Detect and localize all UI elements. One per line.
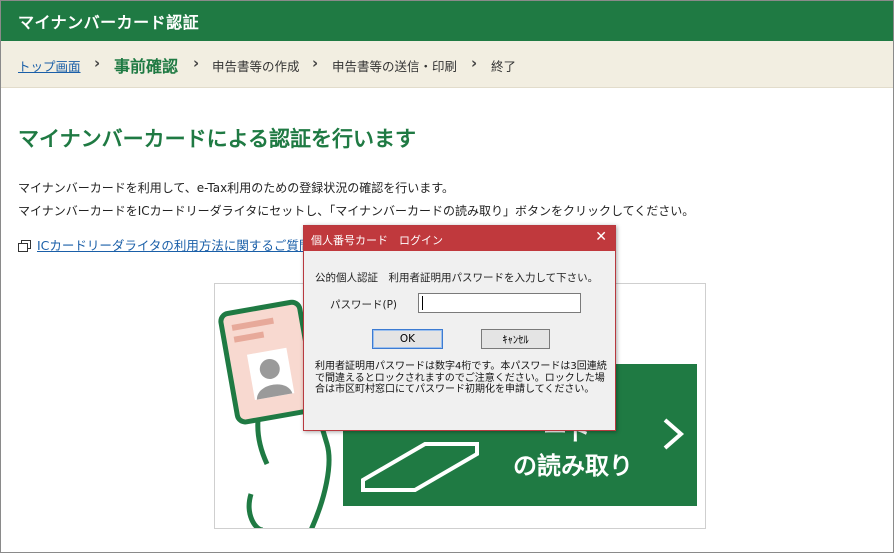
breadcrumb-chevron-icon: › [312, 54, 319, 72]
external-window-icon [18, 240, 31, 252]
help-link-text[interactable]: ICカードリーダライタの利用方法に関するご質問 [37, 238, 311, 253]
app-header: マイナンバーカード認証 [1, 1, 893, 41]
text-caret [422, 296, 423, 310]
breadcrumb: トップ画面 › 事前確認 › 申告書等の作成 › 申告書等の送信・印刷 › 終了 [1, 41, 893, 88]
help-link[interactable]: ICカードリーダライタの利用方法に関するご質問 [18, 235, 311, 254]
app-title: マイナンバーカード認証 [18, 13, 200, 32]
close-icon[interactable]: ✕ [595, 229, 607, 245]
login-dialog: 個人番号カード ログイン ✕ 公的個人認証 利用者証明用パスワードを入力して下さ… [303, 225, 616, 431]
breadcrumb-chevron-icon: › [471, 54, 478, 72]
cancel-button[interactable]: ｷｬﾝｾﾙ [481, 329, 550, 349]
dialog-title: 個人番号カード ログイン [311, 234, 443, 247]
breadcrumb-step-send: 申告書等の送信・印刷 [332, 59, 458, 74]
breadcrumb-top-link[interactable]: トップ画面 [18, 56, 81, 75]
ok-button[interactable]: OK [372, 329, 443, 349]
dialog-prompt: 公的個人認証 利用者証明用パスワードを入力して下さい。 [315, 272, 599, 284]
dialog-titlebar[interactable]: 個人番号カード ログイン ✕ [304, 226, 615, 251]
breadcrumb-current-step: 事前確認 [114, 57, 179, 76]
breadcrumb-chevron-icon: › [94, 54, 101, 72]
password-note: 利用者証明用パスワードは数字4桁です。本パスワードは3回連続で間違えるとロックさ… [315, 361, 607, 395]
password-label: パスワード(P) [330, 299, 398, 311]
description-line-1: マイナンバーカードを利用して、e-Tax利用のための登録状況の確認を行います。 [18, 181, 455, 195]
breadcrumb-step-end: 終了 [491, 59, 517, 74]
page-title: マイナンバーカードによる認証を行います [18, 127, 416, 151]
browser-page: マイナンバーカード認証 トップ画面 › 事前確認 › 申告書等の作成 › 申告書… [0, 0, 894, 553]
breadcrumb-step-create: 申告書等の作成 [212, 59, 300, 74]
password-input[interactable] [418, 293, 581, 313]
description-line-2: マイナンバーカードをICカードリーダライタにセットし、「マイナンバーカードの読み… [18, 204, 695, 218]
read-button-label-line3: の読み取り [513, 452, 633, 480]
breadcrumb-chevron-icon: › [193, 54, 200, 72]
